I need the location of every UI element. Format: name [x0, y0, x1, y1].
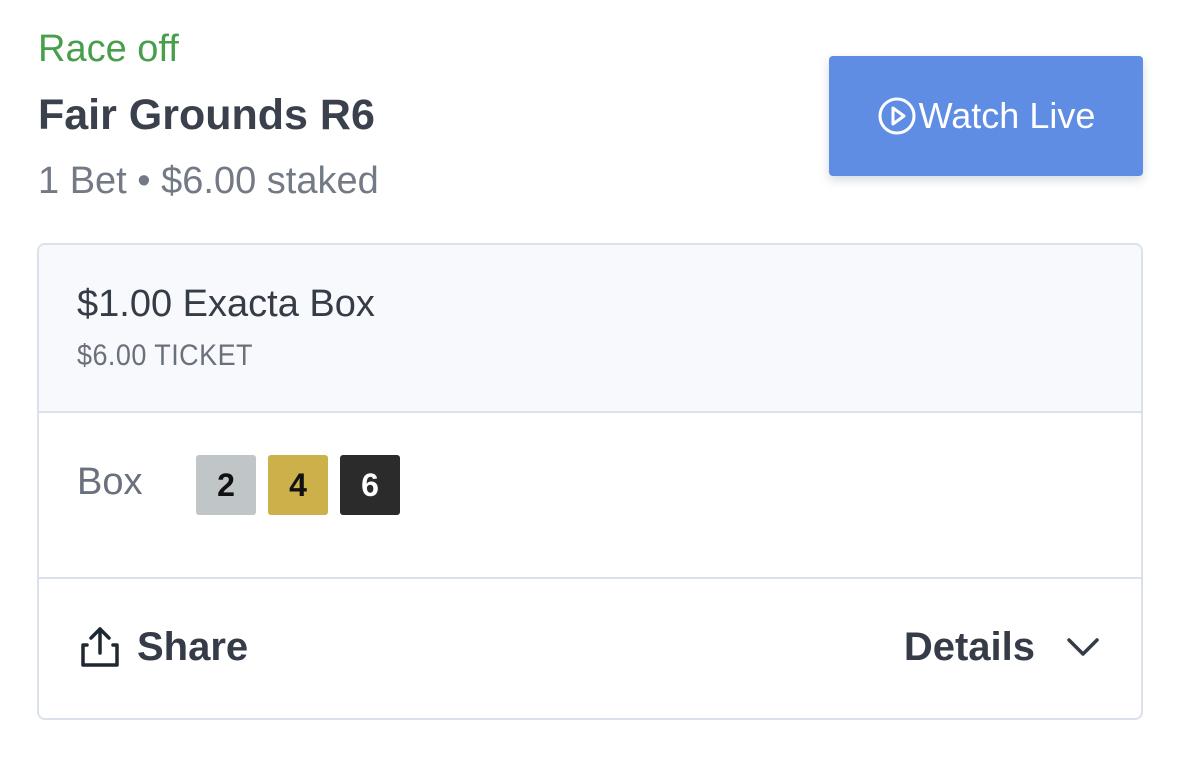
share-upload-icon [81, 627, 119, 667]
runner-chip: 2 [196, 455, 256, 515]
bet-selections: Box 2 4 6 [39, 413, 1141, 579]
ticket-cost: $6.00 TICKET [77, 339, 253, 372]
selection-label: Box [77, 461, 143, 503]
runner-chip: 4 [268, 455, 328, 515]
bet-card: $1.00 Exacta Box $6.00 TICKET Box 2 4 6 … [37, 243, 1143, 720]
watch-live-label: Watch Live [918, 95, 1096, 136]
chevron-down-icon [1067, 638, 1099, 656]
details-toggle[interactable]: Details [904, 623, 1101, 671]
runner-chip: 6 [340, 455, 400, 515]
watch-live-button[interactable]: Watch Live [829, 56, 1143, 176]
race-status: Race off [38, 28, 179, 70]
bet-summary: 1 Bet • $6.00 staked [38, 160, 379, 202]
race-title: Fair Grounds R6 [38, 91, 375, 139]
bet-type: $1.00 Exacta Box [77, 283, 375, 325]
share-label: Share [137, 625, 249, 669]
bet-card-footer: Share Details [39, 579, 1141, 718]
share-button[interactable]: Share [79, 623, 248, 671]
runner-chips: 2 4 6 [196, 455, 400, 515]
details-label: Details [903, 625, 1035, 669]
play-circle-icon [878, 97, 916, 135]
bet-card-header: $1.00 Exacta Box $6.00 TICKET [39, 245, 1141, 413]
